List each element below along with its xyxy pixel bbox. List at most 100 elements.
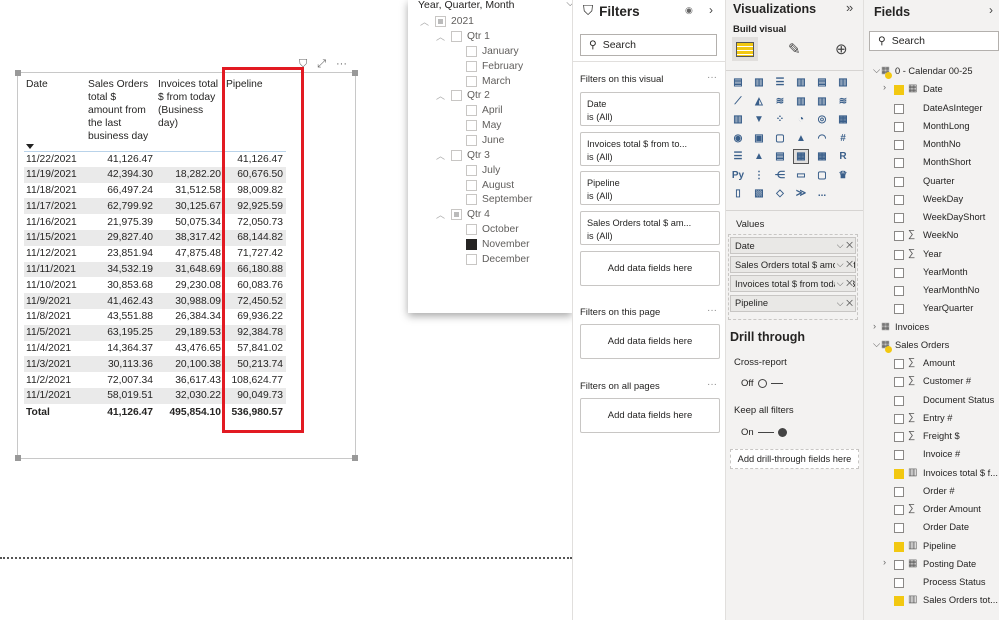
field-checkbox[interactable] [894, 140, 904, 150]
visual-type-icon[interactable]: ≫ [794, 187, 808, 200]
field-item[interactable]: YearMonthNo [864, 283, 999, 299]
add-page-filter-field[interactable]: Add data fields here [580, 324, 720, 359]
slicer-item-month[interactable]: July [466, 163, 500, 177]
field-item[interactable]: YearMonth [864, 265, 999, 281]
field-checkbox[interactable] [894, 213, 904, 223]
slicer-item-month[interactable]: August [466, 178, 514, 192]
visual-type-icon[interactable]: # [836, 132, 850, 145]
add-visual-filter-field[interactable]: Add data fields here [580, 251, 720, 286]
visual-type-icon[interactable]: ≋ [773, 95, 787, 108]
checkbox[interactable] [466, 46, 477, 57]
slicer-item-quarter[interactable]: ︿ Qtr 2 [436, 89, 490, 103]
field-table[interactable]: › ▦ Invoices [864, 320, 999, 336]
add-all-pages-filter-field[interactable]: Add data fields here [580, 398, 720, 433]
visual-type-icon[interactable]: ▼ [752, 113, 766, 126]
collapse-caret-icon[interactable]: ︿ [420, 15, 430, 28]
visual-type-icon[interactable]: ☰ [773, 76, 787, 89]
visual-type-icon[interactable]: ▢ [773, 132, 787, 145]
visual-type-icon[interactable]: ☰ [731, 150, 745, 163]
visual-type-icon[interactable]: ◔ [794, 113, 808, 126]
visual-type-icon[interactable]: ⟋ [731, 95, 745, 108]
collapse-chevron-icon[interactable]: › [989, 3, 993, 17]
slicer-item-month[interactable]: September [466, 193, 532, 207]
visual-type-icon[interactable]: R [836, 150, 850, 163]
field-checkbox[interactable] [894, 596, 904, 607]
visual-type-icon[interactable]: ▦ [793, 149, 809, 164]
slicer-item-month[interactable]: June [466, 134, 504, 148]
value-field-chip[interactable]: Invoices total $ from today (Business da… [730, 275, 856, 293]
cross-report-toggle[interactable]: Off [741, 378, 783, 389]
remove-icon[interactable]: ✕ [846, 298, 853, 308]
checkbox[interactable] [451, 90, 462, 102]
slicer-item-month[interactable]: May [466, 119, 501, 133]
chevron-right-icon[interactable]: › [873, 321, 876, 331]
visual-type-icon[interactable]: ▤ [773, 150, 787, 163]
more-options-icon[interactable]: ··· [336, 58, 347, 71]
resize-handle[interactable] [15, 70, 21, 76]
field-checkbox[interactable] [894, 231, 904, 242]
date-hierarchy-slicer-dropdown[interactable]: Year, Quarter, Month ⌵ ︿ 2021 ︿ Qtr 1 Januar… [408, 0, 574, 313]
column-header-invoices[interactable]: Invoices total $ from today (Business da… [156, 78, 224, 152]
field-checkbox[interactable] [894, 158, 904, 169]
checkbox[interactable] [466, 194, 477, 206]
visual-type-icon[interactable]: ▢ [815, 169, 829, 182]
field-checkbox[interactable] [894, 468, 904, 479]
field-table[interactable]: ⌵ ▦ 0 - Calendar 00-25 [864, 64, 999, 80]
resize-handle[interactable] [352, 70, 358, 76]
keep-all-filters-toggle[interactable]: On [741, 427, 787, 438]
filter-card[interactable]: Invoices total $ from to... is (All) [580, 131, 720, 166]
chevron-down-icon[interactable]: ⌵ [837, 240, 844, 250]
checkbox[interactable] [466, 239, 477, 250]
checkbox[interactable] [466, 105, 477, 117]
chevron-down-icon[interactable]: ⌵ [837, 278, 844, 288]
field-item[interactable]: Order # [864, 484, 999, 500]
checkbox[interactable] [466, 135, 477, 146]
column-header-sales[interactable]: Sales Orders total $ amount from the las… [86, 78, 156, 152]
field-item[interactable]: MonthNo [864, 137, 999, 153]
field-checkbox[interactable] [894, 523, 904, 534]
slicer-item-month[interactable]: January [466, 45, 519, 59]
visual-type-icon[interactable]: ≋ [836, 95, 850, 108]
field-checkbox[interactable] [894, 121, 904, 132]
table-visual[interactable]: ⛉ ⤢ ··· Date Sales Orders total $ amount… [15, 58, 358, 461]
visual-type-icon[interactable]: Py [731, 169, 745, 182]
field-item[interactable]: Invoice # [864, 447, 999, 463]
column-header-date[interactable]: Date [24, 78, 86, 152]
checkbox[interactable] [466, 164, 477, 176]
field-item[interactable]: ∑ Freight $ [864, 429, 999, 445]
field-item[interactable]: ∑ Order Amount [864, 502, 999, 518]
visual-type-icon[interactable]: ♛ [836, 169, 850, 182]
filter-card[interactable]: Pipeline is (All) [580, 171, 720, 205]
checkbox[interactable] [435, 15, 446, 27]
remove-icon[interactable]: ✕ [846, 278, 853, 288]
field-item[interactable]: ▥ Sales Orders tot... [864, 593, 999, 609]
visual-type-icon[interactable]: ⋮ [752, 169, 766, 182]
visual-type-icon[interactable]: ▥ [752, 76, 766, 89]
checkbox[interactable] [451, 209, 462, 221]
visual-type-icon[interactable]: ▥ [815, 95, 829, 108]
field-checkbox[interactable] [894, 486, 904, 497]
field-item[interactable]: Document Status [864, 393, 999, 409]
field-item[interactable]: ▥ Pipeline [864, 539, 999, 555]
slicer-item-quarter[interactable]: ︿ Qtr 4 [436, 208, 490, 222]
visual-type-icon[interactable]: ▥ [794, 76, 808, 89]
visual-type-icon[interactable]: ▲ [752, 150, 766, 163]
remove-icon[interactable]: ✕ [846, 259, 853, 269]
focus-mode-icon[interactable]: ⤢ [317, 58, 326, 71]
visual-type-icon[interactable]: ◎ [815, 113, 829, 126]
visual-type-icon[interactable]: ▲ [794, 132, 808, 145]
visual-type-icon[interactable]: ⁘ [773, 113, 787, 126]
field-item[interactable]: › ▦ Date [864, 82, 999, 98]
visual-type-icon[interactable]: ⋲ [773, 169, 787, 182]
field-item[interactable]: MonthLong [864, 119, 999, 135]
visual-type-icon[interactable]: ▥ [794, 95, 808, 108]
collapse-caret-icon[interactable]: ︿ [436, 89, 446, 102]
filter-card[interactable]: Sales Orders total $ am... is (All) [580, 210, 720, 245]
field-checkbox[interactable] [894, 176, 904, 187]
field-checkbox[interactable] [894, 505, 904, 515]
collapse-caret-icon[interactable]: ︿ [436, 30, 446, 43]
field-checkbox[interactable] [894, 578, 904, 588]
field-item[interactable]: Process Status [864, 575, 999, 591]
more-visuals-icon[interactable]: ... [815, 187, 829, 200]
visual-type-icon[interactable]: ▤ [731, 76, 745, 89]
